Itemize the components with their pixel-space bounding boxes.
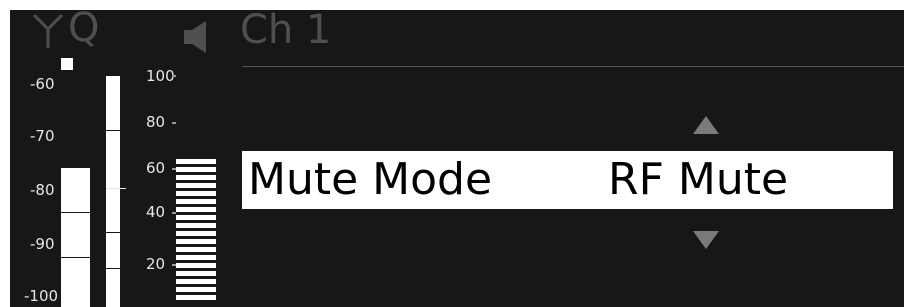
receiver-display: Q Ch 1 -60 -70 -80 -90 -100 100 80 60 40… bbox=[10, 10, 904, 307]
level-segment bbox=[176, 191, 216, 197]
af-scale-tick bbox=[106, 268, 120, 269]
level-scale-label: 80 bbox=[146, 113, 166, 131]
level-scale-label: 20 bbox=[146, 255, 166, 273]
level-segment bbox=[176, 167, 216, 173]
triangle-down-icon[interactable] bbox=[693, 231, 719, 249]
rf-scale-label: -60 bbox=[30, 75, 55, 93]
rf-scale-label: -80 bbox=[30, 181, 55, 199]
af-scale-tick bbox=[106, 188, 126, 189]
level-segment bbox=[176, 295, 216, 301]
rf-peak-hold-marker bbox=[61, 58, 73, 70]
level-scale-label: 60 bbox=[146, 159, 166, 177]
level-segment bbox=[176, 255, 216, 261]
level-segmented-bar bbox=[176, 159, 216, 307]
menu-item-value: RF Mute bbox=[608, 154, 789, 205]
speaker-icon bbox=[184, 21, 206, 53]
level-segment bbox=[176, 287, 216, 293]
level-scale-dot bbox=[172, 122, 176, 124]
rf-scale-label: -70 bbox=[30, 127, 55, 145]
level-segment bbox=[176, 199, 216, 205]
rf-scale-tick bbox=[61, 212, 90, 213]
level-segment bbox=[176, 207, 216, 213]
af-scale-tick bbox=[106, 130, 120, 131]
level-segment bbox=[176, 183, 216, 189]
antenna-icon bbox=[32, 13, 64, 48]
level-segment bbox=[176, 215, 216, 221]
menu-item-label: Mute Mode bbox=[248, 154, 493, 205]
rf-scale-tick bbox=[61, 257, 90, 258]
level-scale-dot bbox=[172, 75, 176, 77]
level-segment bbox=[176, 175, 216, 181]
header-divider bbox=[242, 66, 904, 67]
rf-scale-label: -100 bbox=[24, 287, 59, 305]
level-segment bbox=[176, 223, 216, 229]
level-segment bbox=[176, 279, 216, 285]
af-level-bar bbox=[106, 76, 120, 307]
level-segment bbox=[176, 239, 216, 245]
rf-level-bar bbox=[61, 167, 90, 307]
af-scale-tick bbox=[106, 232, 120, 233]
rf-scale-label: -90 bbox=[30, 235, 55, 253]
level-segment bbox=[176, 231, 216, 237]
level-scale-label: 100 bbox=[146, 67, 175, 85]
diversity-indicator: Q bbox=[68, 10, 100, 51]
triangle-up-icon[interactable] bbox=[693, 116, 719, 134]
level-segment bbox=[176, 159, 216, 165]
menu-item-mute-mode[interactable]: Mute Mode RF Mute bbox=[242, 151, 893, 209]
channel-name: Ch 1 bbox=[240, 10, 332, 53]
level-segment bbox=[176, 271, 216, 277]
level-segment bbox=[176, 247, 216, 253]
level-scale-label: 40 bbox=[146, 203, 166, 221]
level-segment bbox=[176, 263, 216, 269]
